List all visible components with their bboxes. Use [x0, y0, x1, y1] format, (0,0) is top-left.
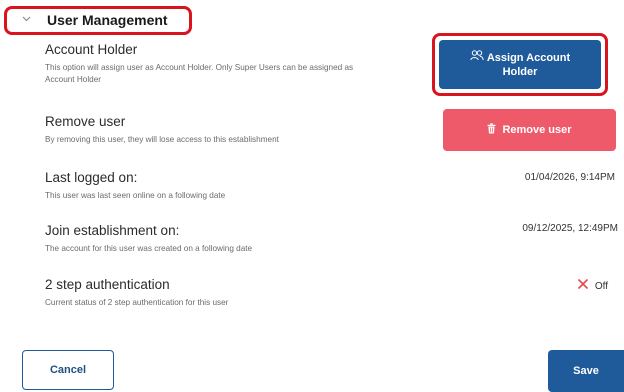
two-step-title: 2 step authentication: [45, 277, 170, 292]
assign-account-holder-highlight: Assign Account Holder: [432, 33, 608, 96]
cancel-button[interactable]: Cancel: [22, 350, 114, 390]
last-logged-description: This user was last seen online on a foll…: [45, 191, 226, 200]
setting-last-logged: Last logged on: This user was last seen …: [45, 170, 615, 202]
save-button[interactable]: Save: [548, 350, 624, 392]
user-management-panel: User Management Account Holder This opti…: [0, 0, 624, 392]
assign-button-label-line1: Assign Account: [486, 51, 571, 64]
join-establishment-value: 09/12/2025, 12:49PM: [522, 223, 618, 234]
chevron-down-icon[interactable]: [22, 16, 31, 24]
join-establishment-title: Join establishment on:: [45, 223, 180, 238]
last-logged-title: Last logged on:: [45, 170, 138, 185]
users-icon: [470, 50, 484, 65]
setting-two-step-auth: 2 step authentication Current status of …: [45, 277, 605, 309]
section-header-user-management[interactable]: User Management: [4, 6, 192, 35]
close-icon: [577, 277, 589, 295]
section-title: User Management: [47, 12, 168, 28]
account-holder-description: This option will assign user as Account …: [45, 63, 354, 84]
two-step-description: Current status of 2 step authentication …: [45, 298, 229, 307]
two-step-status: Off: [577, 277, 608, 295]
last-logged-value: 01/04/2026, 9:14PM: [524, 172, 615, 183]
trash-icon: [487, 123, 496, 137]
assign-button-label-line2: Holder: [502, 66, 538, 78]
remove-user-button[interactable]: Remove user: [443, 109, 616, 151]
two-step-status-label: Off: [594, 280, 608, 292]
assign-account-holder-button[interactable]: Assign Account Holder: [439, 40, 601, 89]
join-establishment-description: The account for this user was created on…: [45, 244, 253, 253]
setting-join-establishment: Join establishment on: The account for t…: [45, 223, 618, 255]
remove-user-button-label: Remove user: [502, 124, 572, 136]
